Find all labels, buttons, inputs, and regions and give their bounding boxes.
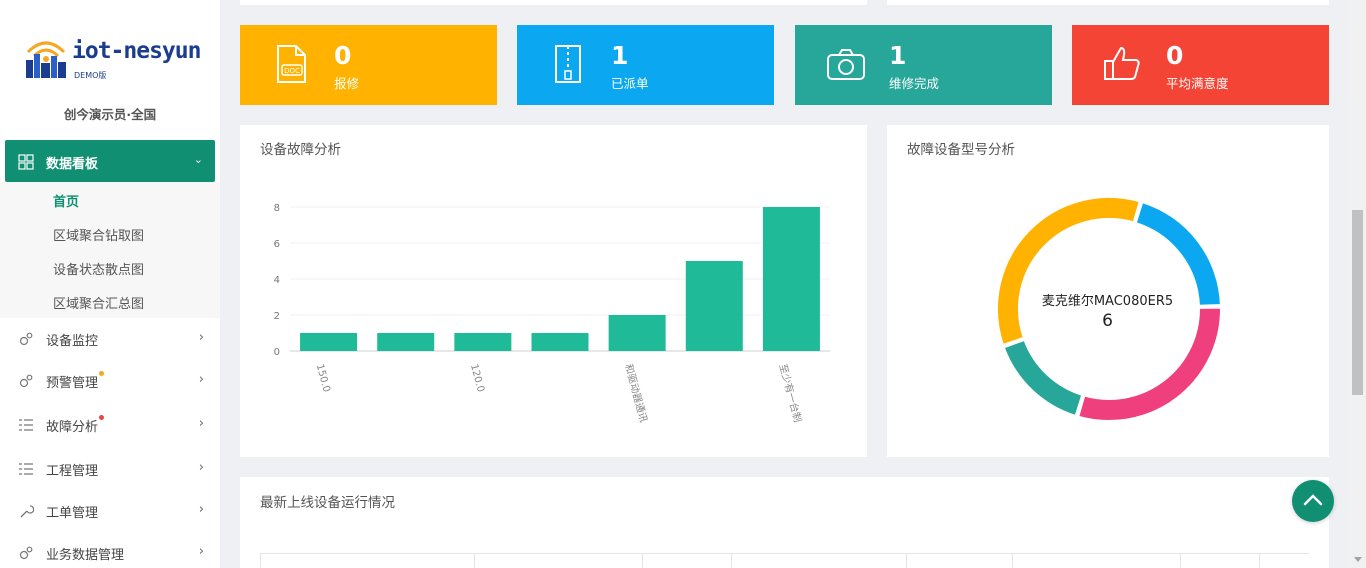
table-column-divider bbox=[906, 554, 907, 568]
bar[interactable] bbox=[454, 333, 512, 351]
zip-file-icon bbox=[555, 45, 581, 83]
wrench-icon bbox=[20, 505, 34, 518]
panel-title: 最新上线设备运行情况 bbox=[260, 495, 395, 511]
stat-value: 0 bbox=[334, 41, 352, 70]
x-tick-label: 至少有一台制 bbox=[777, 362, 805, 423]
bar[interactable] bbox=[685, 261, 743, 351]
stat-label: 报修 bbox=[334, 76, 360, 91]
fault-analysis-panel: 设备故障分析 0 2 4 6 8 150.0 120.0 和驱动器通讯 至少有一台制 bbox=[240, 125, 867, 457]
stat-value: 1 bbox=[889, 41, 907, 70]
submenu: 首页 区域聚合钻取图 设备状态散点图 区域聚合汇总图 bbox=[0, 182, 220, 318]
stat-card-dispatched[interactable]: 1 已派单 bbox=[517, 25, 774, 105]
doc-file-icon: DOC bbox=[277, 45, 306, 83]
thumbs-up-icon bbox=[1104, 46, 1140, 80]
sidebar-item-label: 工单管理 bbox=[46, 506, 99, 521]
list-icon bbox=[19, 463, 33, 475]
table-column-divider bbox=[474, 554, 475, 568]
stat-value: 0 bbox=[1166, 41, 1184, 70]
sidebar-item-business-data[interactable]: 业务数据管理 › bbox=[0, 532, 220, 568]
sidebar-item-label: 故障分析 bbox=[46, 420, 99, 435]
chevron-right-icon: › bbox=[198, 330, 204, 345]
table-column-divider bbox=[1259, 554, 1260, 568]
sidebar-item-project-manage[interactable]: 工程管理 › bbox=[0, 448, 220, 490]
sidebar-item-label: 业务数据管理 bbox=[46, 548, 125, 563]
chevron-up-icon bbox=[1303, 494, 1323, 506]
brand-logo: iot-nesyun DEMO版 bbox=[22, 30, 212, 82]
y-tick-label: 6 bbox=[274, 239, 280, 250]
chevron-right-icon: › bbox=[198, 502, 204, 517]
submenu-item-region-drill[interactable]: 区域聚合钻取图 bbox=[53, 225, 144, 244]
submenu-item-region-summary[interactable]: 区域聚合汇总图 bbox=[53, 293, 144, 312]
chevron-right-icon: › bbox=[198, 372, 204, 387]
chevron-right-icon: › bbox=[198, 544, 204, 559]
fault-bar-chart: 0 2 4 6 8 150.0 120.0 和驱动器通讯 至少有一台制 bbox=[274, 203, 830, 424]
stat-label: 维修完成 bbox=[889, 76, 940, 91]
sidebar-item-fault-analysis[interactable]: 故障分析 › bbox=[0, 404, 220, 446]
bar[interactable] bbox=[300, 333, 358, 351]
table-column-divider bbox=[642, 554, 643, 568]
gears-icon bbox=[19, 332, 33, 346]
stat-card-satisfaction[interactable]: 0 平均满意度 bbox=[1072, 25, 1329, 105]
user-name: 创今演示员·全国 bbox=[63, 107, 157, 122]
stat-label: 已派单 bbox=[611, 76, 649, 91]
x-tick-label: 150.0 bbox=[314, 363, 332, 394]
sidebar-item-label: 工程管理 bbox=[46, 464, 99, 479]
table-column-divider bbox=[1180, 554, 1181, 568]
chevron-right-icon: › bbox=[198, 460, 204, 475]
y-tick-label: 4 bbox=[274, 275, 280, 286]
y-tick-label: 0 bbox=[274, 347, 280, 358]
scroll-down-arrow-icon[interactable] bbox=[1354, 557, 1362, 562]
sidebar: iot-nesyun DEMO版 创今演示员·全国 数据看板 ⌄ 首页 区域聚合… bbox=[0, 0, 220, 568]
chevron-right-icon: › bbox=[198, 416, 204, 431]
scrollbar-thumb[interactable] bbox=[1352, 210, 1363, 395]
top-panel-partial bbox=[887, 0, 1329, 5]
sidebar-item-label: 预警管理 bbox=[46, 376, 99, 391]
y-tick-label: 8 bbox=[274, 203, 280, 214]
sidebar-item-label: 数据看板 bbox=[46, 157, 99, 172]
x-tick-label: 120.0 bbox=[468, 363, 486, 394]
sidebar-item-label: 设备监控 bbox=[46, 334, 99, 349]
table-column-divider bbox=[731, 554, 732, 568]
donut-slice[interactable] bbox=[1002, 338, 1084, 418]
sidebar-item-dashboard[interactable]: 数据看板 ⌄ bbox=[5, 140, 215, 182]
submenu-item-status-scatter[interactable]: 设备状态散点图 bbox=[53, 259, 144, 278]
y-tick-label: 2 bbox=[274, 311, 280, 322]
notification-dot bbox=[99, 371, 104, 376]
dashboard-grid-icon bbox=[18, 154, 34, 170]
scroll-to-top-button[interactable] bbox=[1292, 480, 1334, 522]
brand-name: iot-nesyun bbox=[72, 38, 201, 64]
bar[interactable] bbox=[531, 333, 589, 351]
brand-tag: DEMO版 bbox=[74, 71, 107, 80]
stat-label: 平均满意度 bbox=[1166, 76, 1229, 91]
bar[interactable] bbox=[762, 207, 820, 351]
gears-icon bbox=[19, 374, 33, 388]
top-panel-partial bbox=[240, 0, 867, 5]
city-wifi-logo-icon bbox=[26, 41, 66, 78]
svg-text:DOC: DOC bbox=[284, 67, 300, 75]
gears-icon bbox=[19, 546, 33, 560]
stat-card-repair-done[interactable]: 1 维修完成 bbox=[795, 25, 1052, 105]
table-column-divider bbox=[1012, 554, 1013, 568]
latest-devices-table bbox=[260, 553, 1309, 568]
stat-card-repair[interactable]: DOC 0 报修 bbox=[240, 25, 497, 105]
bar[interactable] bbox=[377, 333, 435, 351]
bar[interactable] bbox=[608, 315, 666, 351]
camera-icon bbox=[827, 49, 865, 80]
chevron-down-icon: ⌄ bbox=[193, 153, 203, 166]
donut-center-name: 麦克维尔MAC080ER5 bbox=[1041, 294, 1174, 309]
sidebar-item-alert-manage[interactable]: 预警管理 › bbox=[0, 360, 220, 402]
stat-value: 1 bbox=[611, 41, 629, 70]
sidebar-item-device-monitor[interactable]: 设备监控 › bbox=[0, 318, 220, 360]
x-tick-label: 和驱动器通讯 bbox=[622, 363, 649, 424]
sidebar-item-workorder-manage[interactable]: 工单管理 › bbox=[0, 490, 220, 532]
submenu-item-home[interactable]: 首页 bbox=[53, 191, 79, 210]
notification-dot bbox=[99, 415, 104, 420]
donut-center-value: 6 bbox=[1102, 311, 1113, 331]
list-icon bbox=[19, 419, 33, 431]
